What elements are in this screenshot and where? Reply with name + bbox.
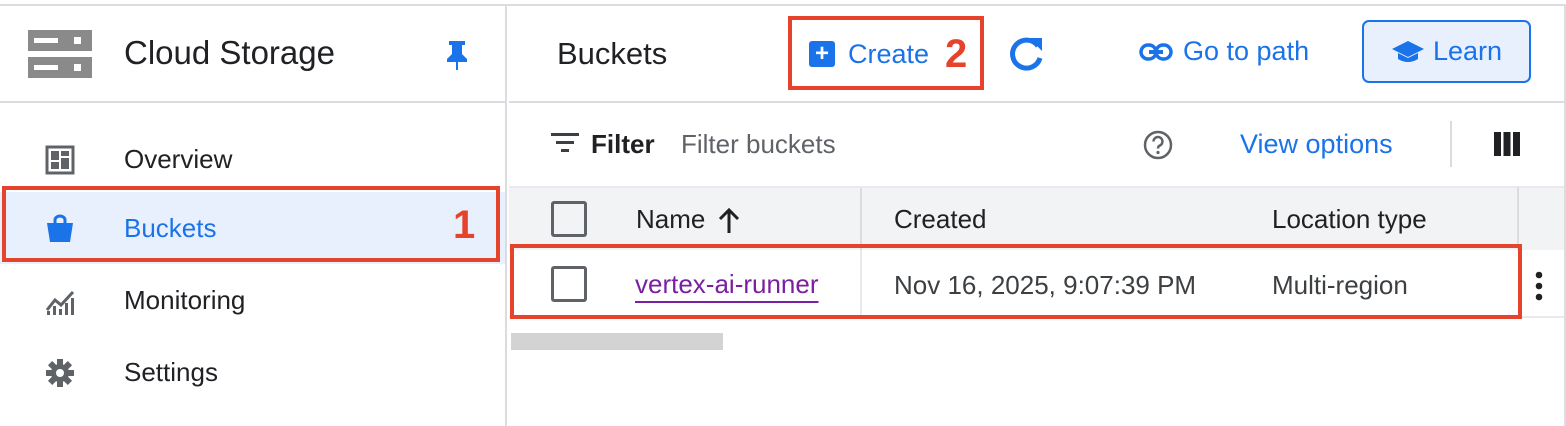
school-icon (1391, 40, 1424, 62)
main-content: Buckets + Create Go to path Learn Filter… (509, 6, 1564, 426)
learn-button[interactable]: Learn (1362, 20, 1531, 83)
horizontal-scrollbar[interactable] (511, 333, 723, 350)
more-vert-icon[interactable] (1532, 270, 1546, 302)
annotation-number: 1 (453, 203, 476, 247)
sidebar-item-label: Overview (124, 144, 233, 174)
sidebar-item-label: Settings (124, 357, 218, 387)
filter-label: Filter (591, 129, 655, 159)
annotation-box-bucket-row (510, 244, 1522, 319)
go-to-path-button[interactable]: Go to path (1139, 36, 1309, 67)
sidebar-header: Cloud Storage (0, 6, 505, 103)
chart-icon (45, 290, 75, 315)
gear-icon (46, 359, 74, 387)
table-header: Name Created Location type (509, 186, 1517, 252)
table-header-spacer (1517, 186, 1564, 250)
annotation-number: 2 (945, 32, 968, 76)
learn-label: Learn (1432, 36, 1503, 66)
sidebar-item-settings[interactable]: Settings (0, 336, 505, 408)
pin-icon[interactable] (444, 39, 470, 71)
column-header-name[interactable]: Name (636, 204, 741, 235)
product-title: Cloud Storage (124, 34, 335, 71)
select-all-checkbox[interactable] (551, 201, 587, 237)
filter-icon[interactable] (551, 132, 579, 154)
page-header: Buckets + Create Go to path Learn (509, 6, 1564, 103)
link-icon (1139, 42, 1173, 61)
filter-input[interactable] (681, 127, 1111, 161)
sidebar-item-monitoring[interactable]: Monitoring (0, 264, 505, 336)
arrow-up-icon (719, 207, 740, 233)
sidebar-item-label: Monitoring (124, 285, 246, 315)
go-to-path-label: Go to path (1183, 36, 1310, 66)
columns-icon[interactable] (1494, 132, 1520, 156)
refresh-icon[interactable] (1005, 34, 1047, 76)
dashboard-icon (45, 145, 75, 175)
sidebar-item-overview[interactable]: Overview (0, 123, 505, 195)
help-icon[interactable] (1142, 129, 1174, 161)
storage-icon (28, 30, 92, 78)
annotation-box-buckets (2, 186, 500, 262)
column-header-location-type[interactable]: Location type (1272, 204, 1427, 235)
column-header-label: Name (636, 204, 706, 234)
column-divider[interactable] (860, 188, 862, 252)
filter-bar: Filter View options (509, 103, 1564, 186)
toolbar-divider (1450, 121, 1452, 167)
view-options-button[interactable]: View options (1240, 129, 1393, 160)
page-title: Buckets (557, 36, 668, 71)
column-header-created[interactable]: Created (894, 204, 987, 235)
